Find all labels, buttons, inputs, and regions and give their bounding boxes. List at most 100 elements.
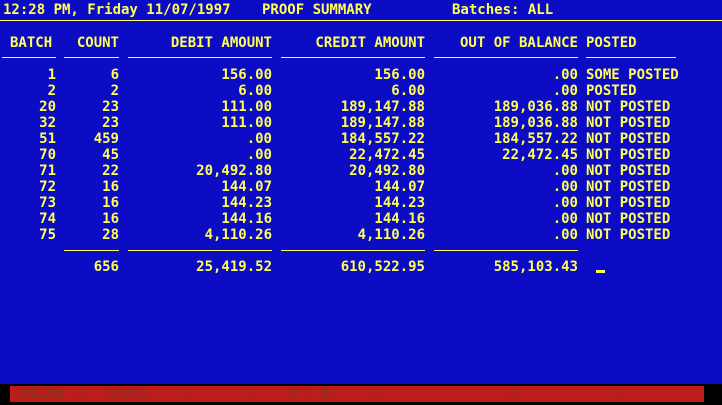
cell-batch: 75 (39, 227, 56, 243)
cell-out-of-balance: .00 (552, 211, 578, 227)
cell-batch: 51 (39, 131, 56, 147)
cell-out-of-balance: .00 (552, 195, 578, 211)
cell-debit: 156.00 (221, 67, 272, 83)
cell-credit: 144.23 (374, 195, 425, 211)
cell-debit: 144.07 (221, 179, 272, 195)
column-header-batch: BATCH (10, 35, 53, 51)
column-header-count: COUNT (76, 35, 119, 51)
cell-credit: 22,472.45 (349, 147, 425, 163)
column-header-posted: POSTED (586, 35, 637, 51)
cell-out-of-balance: .00 (552, 83, 578, 99)
cell-count: 23 (102, 99, 119, 115)
text-cursor[interactable] (596, 270, 605, 273)
column-rule-batch (2, 57, 56, 58)
header-datetime: 12:28 PM, Friday 11/07/1997 (3, 2, 231, 18)
cell-batch: 70 (39, 147, 56, 163)
cell-posted: NOT POSTED (586, 147, 671, 163)
cell-batch: 72 (39, 179, 56, 195)
cell-count: 2 (110, 83, 119, 99)
header-bar: 12:28 PM, Friday 11/07/1997 PROOF SUMMAR… (0, 0, 722, 20)
cell-batch: 20 (39, 99, 56, 115)
cell-batch: 74 (39, 211, 56, 227)
column-header-out-of-balance: OUT OF BALANCE (459, 35, 578, 51)
column-rule-credit (281, 57, 425, 58)
cell-out-of-balance: 22,472.45 (502, 147, 578, 163)
cell-posted: NOT POSTED (586, 99, 671, 115)
status-terminal: tty01 (108, 386, 148, 401)
cell-credit: 6.00 (391, 83, 425, 99)
status-separator: : (372, 386, 380, 401)
cell-credit: 144.07 (374, 179, 425, 195)
cell-debit: 144.16 (221, 211, 272, 227)
cell-out-of-balance: .00 (552, 163, 578, 179)
status-online: ONLINE (18, 386, 65, 401)
total-debit: 25,419.52 (196, 259, 272, 275)
cell-posted: POSTED (586, 83, 637, 99)
cell-out-of-balance: .00 (552, 179, 578, 195)
cell-posted: NOT POSTED (586, 211, 671, 227)
cell-posted: SOME POSTED (586, 67, 679, 83)
totals-rule-out-of-balance (434, 250, 578, 251)
cell-out-of-balance: .00 (552, 67, 578, 83)
cell-batch: 32 (39, 115, 56, 131)
cell-count: 16 (102, 211, 119, 227)
cell-posted: NOT POSTED (586, 115, 671, 131)
cell-credit: 156.00 (374, 67, 425, 83)
cell-batch: 71 (39, 163, 56, 179)
cell-credit: 189,147.88 (340, 99, 425, 115)
column-rule-debit (128, 57, 272, 58)
column-rule-out-of-balance (434, 57, 578, 58)
cell-count: 45 (102, 147, 119, 163)
cell-batch: 73 (39, 195, 56, 211)
cell-batch: 2 (47, 83, 56, 99)
total-count: 656 (93, 259, 119, 275)
cell-debit: .00 (246, 131, 272, 147)
cell-debit: 111.00 (221, 115, 272, 131)
cell-out-of-balance: 189,036.88 (493, 115, 578, 131)
cell-credit: 4,110.26 (357, 227, 425, 243)
status-separator: : (616, 386, 624, 401)
terminal-screen: 12:28 PM, Friday 11/07/1997 PROOF SUMMAR… (0, 0, 722, 384)
column-rule-posted (586, 57, 676, 58)
totals-rule-debit (128, 250, 272, 251)
cell-debit: 4,110.26 (204, 227, 272, 243)
cell-credit: 184,557.22 (340, 131, 425, 147)
cell-posted: NOT POSTED (586, 227, 671, 243)
cell-out-of-balance: 184,557.22 (493, 131, 578, 147)
header-divider (0, 20, 722, 21)
column-header-credit: CREDIT AMOUNT (315, 35, 425, 51)
status-separator: : (184, 386, 192, 401)
status-bar: ONLINE : tty01 : : V T A : : : (10, 386, 704, 402)
cell-credit: 20,492.80 (349, 163, 425, 179)
cell-credit: 189,147.88 (340, 115, 425, 131)
cell-debit: 6.00 (238, 83, 272, 99)
cell-batch: 1 (47, 67, 56, 83)
totals-rule-credit (281, 250, 425, 251)
cell-debit: .00 (246, 147, 272, 163)
cell-count: 16 (102, 179, 119, 195)
cell-count: 459 (93, 131, 119, 147)
cell-posted: NOT POSTED (586, 163, 671, 179)
cell-debit: 144.23 (221, 195, 272, 211)
status-separator: : (508, 386, 516, 401)
status-separator: : (76, 386, 84, 401)
cell-posted: NOT POSTED (586, 179, 671, 195)
cell-out-of-balance: 189,036.88 (493, 99, 578, 115)
cell-count: 22 (102, 163, 119, 179)
cell-count: 23 (102, 115, 119, 131)
cell-count: 16 (102, 195, 119, 211)
batches-filter: Batches: ALL (452, 2, 554, 18)
cell-debit: 20,492.80 (196, 163, 272, 179)
cell-debit: 111.00 (221, 99, 272, 115)
status-mode: V T A (290, 386, 330, 401)
cell-posted: NOT POSTED (586, 131, 671, 147)
cell-credit: 144.16 (374, 211, 425, 227)
page-title: PROOF SUMMARY (262, 2, 372, 18)
cell-out-of-balance: .00 (552, 227, 578, 243)
cell-count: 28 (102, 227, 119, 243)
total-credit: 610,522.95 (340, 259, 425, 275)
column-rule-count (64, 57, 119, 58)
status-separator: : (246, 386, 254, 401)
cell-count: 6 (110, 67, 119, 83)
totals-rule-count (64, 250, 119, 251)
